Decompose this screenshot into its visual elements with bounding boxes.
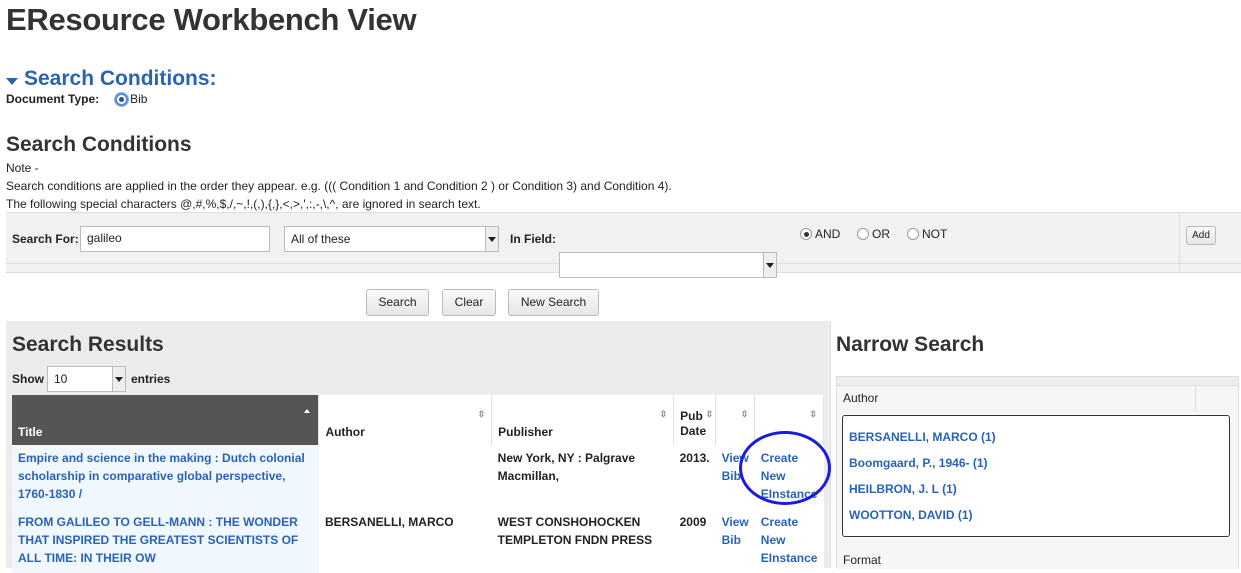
match-type-value: All of these: [291, 232, 351, 246]
title-cell[interactable]: FROM GALILEO TO GELL-MANN : THE WONDER TH…: [12, 509, 319, 573]
author-facet-list: BERSANELLI, MARCO (1) Boomgaard, P., 194…: [842, 415, 1230, 537]
sort-asc-icon: [304, 409, 311, 413]
view-bib-link[interactable]: View Bib: [722, 515, 749, 547]
pub-date-cell: 2009: [673, 509, 716, 573]
title-link[interactable]: Empire and science in the making : Dutch…: [18, 451, 305, 501]
author-facet-item[interactable]: HEILBRON, J. L (1): [849, 482, 957, 496]
note-label: Note -: [6, 161, 39, 175]
divider: [1179, 213, 1180, 272]
not-label: NOT: [922, 227, 948, 241]
or-radio[interactable]: OR: [857, 227, 890, 241]
match-type-select[interactable]: All of these: [284, 226, 499, 252]
note-line-2: The following special characters @,#,%,$…: [6, 197, 481, 211]
show-label: Show: [12, 372, 44, 386]
radio-selected-icon: [800, 228, 812, 240]
and-label: AND: [815, 227, 841, 241]
sort-icon: ⇳: [477, 409, 486, 419]
chevron-down-icon: [763, 253, 776, 277]
pub-date-cell: 2013.: [673, 445, 716, 509]
search-button[interactable]: Search: [366, 289, 429, 316]
in-field-label: In Field:: [510, 232, 556, 246]
and-radio[interactable]: AND: [800, 227, 840, 241]
table-row: Empire and science in the making : Dutch…: [12, 445, 824, 509]
author-cell: [318, 445, 492, 509]
publisher-header-label: Publisher: [498, 425, 553, 439]
sort-icon: ⇳: [659, 409, 668, 419]
page-title: EResource Workbench View: [6, 2, 417, 37]
format-facet-label: Format: [843, 553, 882, 567]
column-header-pub-date[interactable]: Pub Date ⇳: [673, 395, 717, 445]
chevron-down-icon: [112, 367, 125, 391]
sort-icon: ⇳: [809, 409, 817, 419]
publisher-cell: New York, NY : Palgrave Macmillan,: [491, 445, 674, 509]
not-radio[interactable]: NOT: [907, 227, 947, 241]
add-condition-button[interactable]: Add: [1186, 226, 1216, 245]
search-input[interactable]: galileo: [80, 226, 270, 252]
table-row: FROM GALILEO TO GELL-MANN : THE WONDER TH…: [12, 509, 824, 573]
publisher-cell: WEST CONSHOHOCKEN TEMPLETON FNDN PRESS: [491, 509, 674, 573]
create-new-einstance-link[interactable]: Create New EInstance: [761, 515, 818, 565]
narrow-search-heading: Narrow Search: [836, 333, 985, 356]
in-field-select[interactable]: [559, 252, 777, 278]
pub-date-header-line1: Pub: [680, 409, 703, 423]
title-header-label: Title: [18, 425, 43, 439]
bib-radio-label: Bib: [130, 92, 148, 106]
search-for-label: Search For:: [12, 232, 79, 246]
pub-date-header-line2: Date: [680, 424, 707, 438]
results-table: Title Author ⇳ Publisher ⇳ Pub Date ⇳ ⇳ …: [12, 395, 824, 573]
radio-icon: [907, 228, 919, 240]
author-facet-item[interactable]: Boomgaard, P., 1946- (1): [849, 456, 988, 470]
search-conditions-heading: Search Conditions: [6, 133, 192, 156]
chevron-down-icon: [485, 227, 498, 251]
search-results-heading: Search Results: [12, 333, 164, 356]
note-line-1: Search conditions are applied in the ord…: [6, 179, 672, 193]
new-search-button[interactable]: New Search: [508, 289, 599, 316]
search-condition-bar: Search For: galileo All of these In Fiel…: [6, 212, 1241, 278]
section-toggle-label: Search Conditions:: [24, 67, 217, 90]
sort-icon: ⇳: [705, 409, 714, 419]
document-type-row: Document Type: Bib: [6, 92, 147, 106]
search-note: Note - Search conditions are applied in …: [6, 159, 672, 213]
author-facet-item[interactable]: BERSANELLI, MARCO (1): [849, 430, 996, 444]
author-header-label: Author: [325, 425, 365, 439]
or-label: OR: [872, 227, 890, 241]
view-bib-cell: View Bib: [715, 509, 755, 573]
sort-icon: ⇳: [740, 409, 749, 419]
clear-button[interactable]: Clear: [442, 289, 496, 316]
column-header-author[interactable]: Author ⇳: [318, 395, 493, 445]
column-header-publisher[interactable]: Publisher ⇳: [491, 395, 675, 445]
search-conditions-toggle[interactable]: Search Conditions:: [6, 67, 217, 91]
title-cell[interactable]: Empire and science in the making : Dutch…: [12, 445, 319, 509]
bib-radio[interactable]: [115, 92, 129, 106]
highlight-circle: [739, 431, 831, 505]
document-type-label: Document Type:: [6, 92, 100, 106]
entries-label: entries: [131, 372, 171, 386]
radio-icon: [857, 228, 869, 240]
chevron-down-icon: [6, 77, 18, 85]
page-size-select[interactable]: 10: [47, 366, 126, 392]
author-cell: BERSANELLI, MARCO: [318, 509, 492, 573]
column-header-title[interactable]: Title: [12, 395, 320, 445]
title-link[interactable]: FROM GALILEO TO GELL-MANN : THE WONDER TH…: [18, 515, 298, 565]
author-facet-label: Author: [843, 391, 879, 405]
author-facet-item[interactable]: WOOTTON, DAVID (1): [849, 508, 973, 522]
column-header-view[interactable]: ⇳: [715, 395, 756, 445]
create-einstance-cell: Create New EInstance: [754, 509, 824, 573]
page-size-value: 10: [54, 372, 68, 386]
